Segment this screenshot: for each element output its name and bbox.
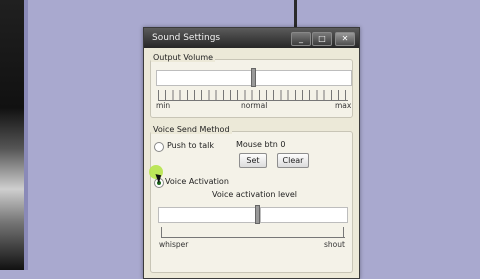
activation-level-ticks: [161, 227, 345, 238]
output-volume-min-label: min: [156, 101, 171, 110]
window-title: Sound Settings: [152, 33, 221, 43]
titlebar[interactable]: Sound Settings _ □ ✕: [144, 28, 359, 48]
mouse-binding-label: Mouse btn 0: [236, 140, 286, 149]
activation-level-track-right[interactable]: [260, 207, 348, 223]
push-to-talk-radio[interactable]: [154, 142, 164, 152]
activation-level-slider-thumb[interactable]: [255, 205, 260, 224]
sound-settings-window: Sound Settings _ □ ✕ Output Volume min n…: [143, 27, 360, 279]
left-background-strip: [0, 0, 24, 270]
close-button[interactable]: ✕: [335, 32, 355, 46]
push-to-talk-label[interactable]: Push to talk: [167, 141, 214, 150]
set-button[interactable]: Set: [239, 153, 267, 168]
minimize-button[interactable]: _: [291, 32, 311, 46]
output-volume-ticks: [158, 90, 348, 101]
background-cable: [294, 0, 297, 28]
output-volume-slider-thumb[interactable]: [251, 68, 256, 87]
output-volume-label: Output Volume: [151, 53, 216, 62]
output-volume-max-label: max: [335, 101, 352, 110]
maximize-button[interactable]: □: [312, 32, 332, 46]
whisper-label: whisper: [159, 240, 189, 249]
voice-send-method-label: Voice Send Method: [151, 125, 232, 134]
activation-level-track-left[interactable]: [158, 207, 256, 223]
left-background-edge: [24, 0, 28, 270]
output-volume-track-right[interactable]: [255, 70, 352, 86]
shout-label: shout: [324, 240, 345, 249]
output-volume-normal-label: normal: [241, 101, 268, 110]
output-volume-track-left[interactable]: [156, 70, 253, 86]
clear-button[interactable]: Clear: [277, 153, 309, 168]
voice-activation-level-label: Voice activation level: [212, 190, 298, 199]
voice-activation-label[interactable]: Voice Activation: [165, 177, 229, 186]
